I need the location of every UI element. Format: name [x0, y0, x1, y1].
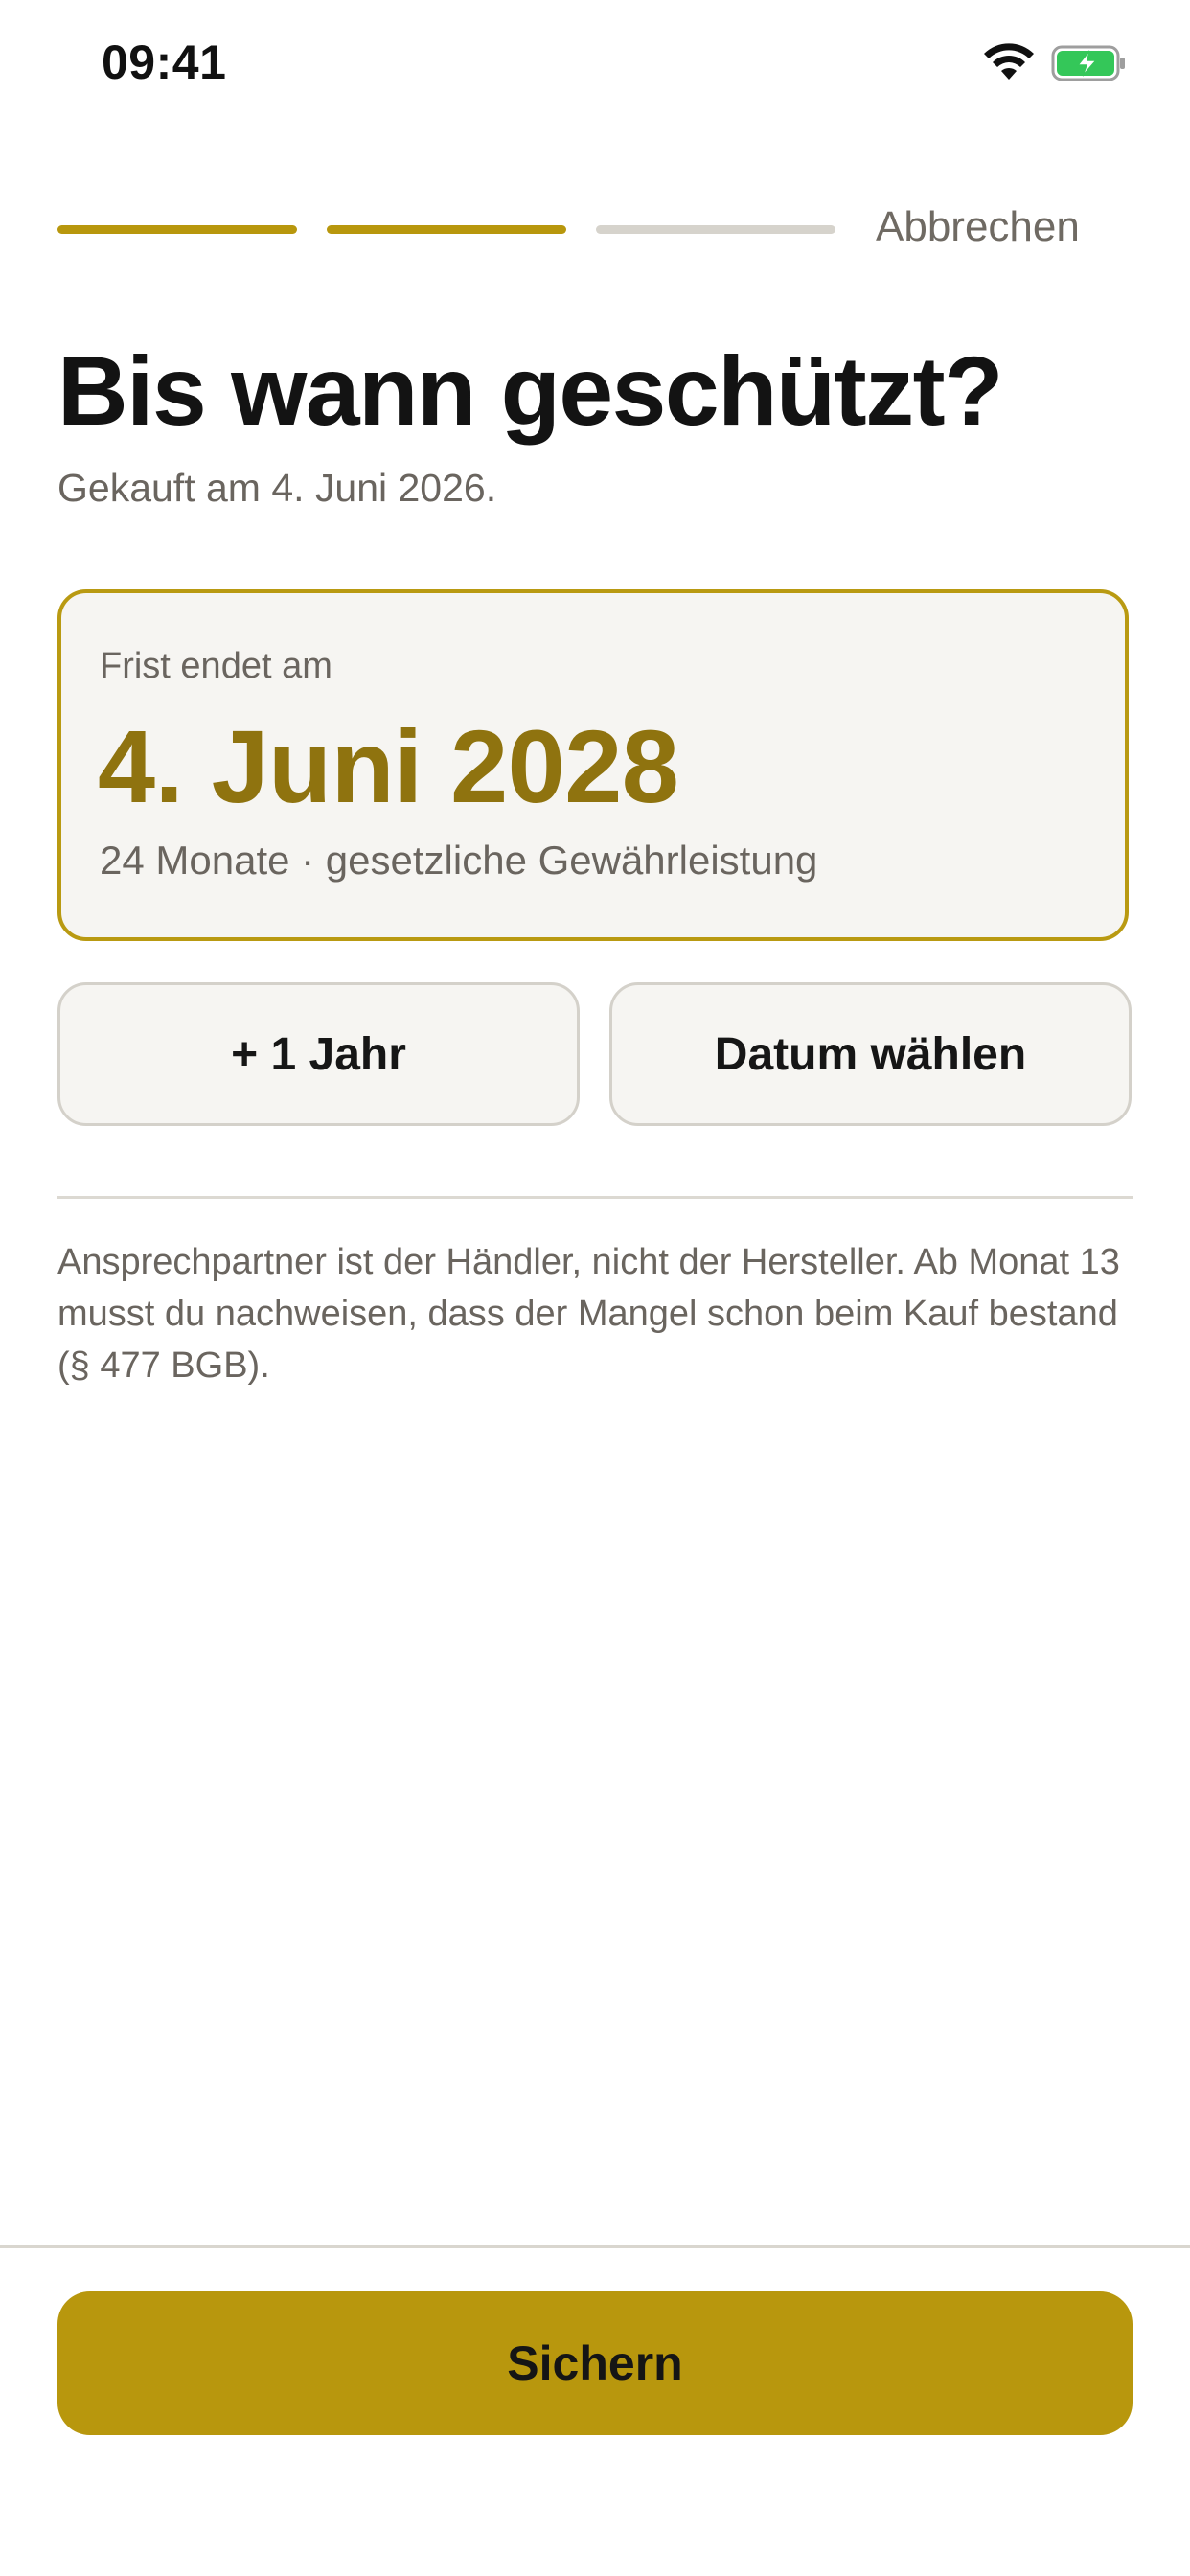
deadline-detail: 24 Monate · gesetzliche Gewährleistung [100, 838, 818, 883]
status-time: 09:41 [102, 35, 227, 89]
progress-step-1 [57, 225, 297, 234]
deadline-date: 4. Juni 2028 [98, 708, 679, 824]
wifi-icon [984, 43, 1034, 80]
pick-date-button[interactable]: Datum wählen [609, 982, 1132, 1126]
deadline-label: Frist endet am [100, 646, 332, 686]
purchase-date-note: Gekauft am 4. Juni 2026. [57, 466, 497, 510]
cancel-button[interactable]: Abbrechen [876, 203, 1080, 251]
page-title: Bis wann geschützt? [57, 336, 1003, 446]
add-year-button[interactable]: + 1 Jahr [57, 982, 580, 1126]
status-bar: 09:41 [0, 0, 1190, 129]
step-progress-indicator [57, 225, 835, 234]
battery-charging-icon [1051, 45, 1125, 81]
progress-step-2 [327, 225, 566, 234]
save-button[interactable]: Sichern [57, 2291, 1133, 2435]
deadline-card: Frist endet am 4. Juni 2028 24 Monate · … [57, 589, 1129, 941]
footer-divider [0, 2245, 1190, 2248]
section-divider [57, 1196, 1133, 1199]
progress-step-3 [596, 225, 835, 234]
legal-info-text: Ansprechpartner ist der Händler, nicht d… [57, 1242, 1120, 1386]
